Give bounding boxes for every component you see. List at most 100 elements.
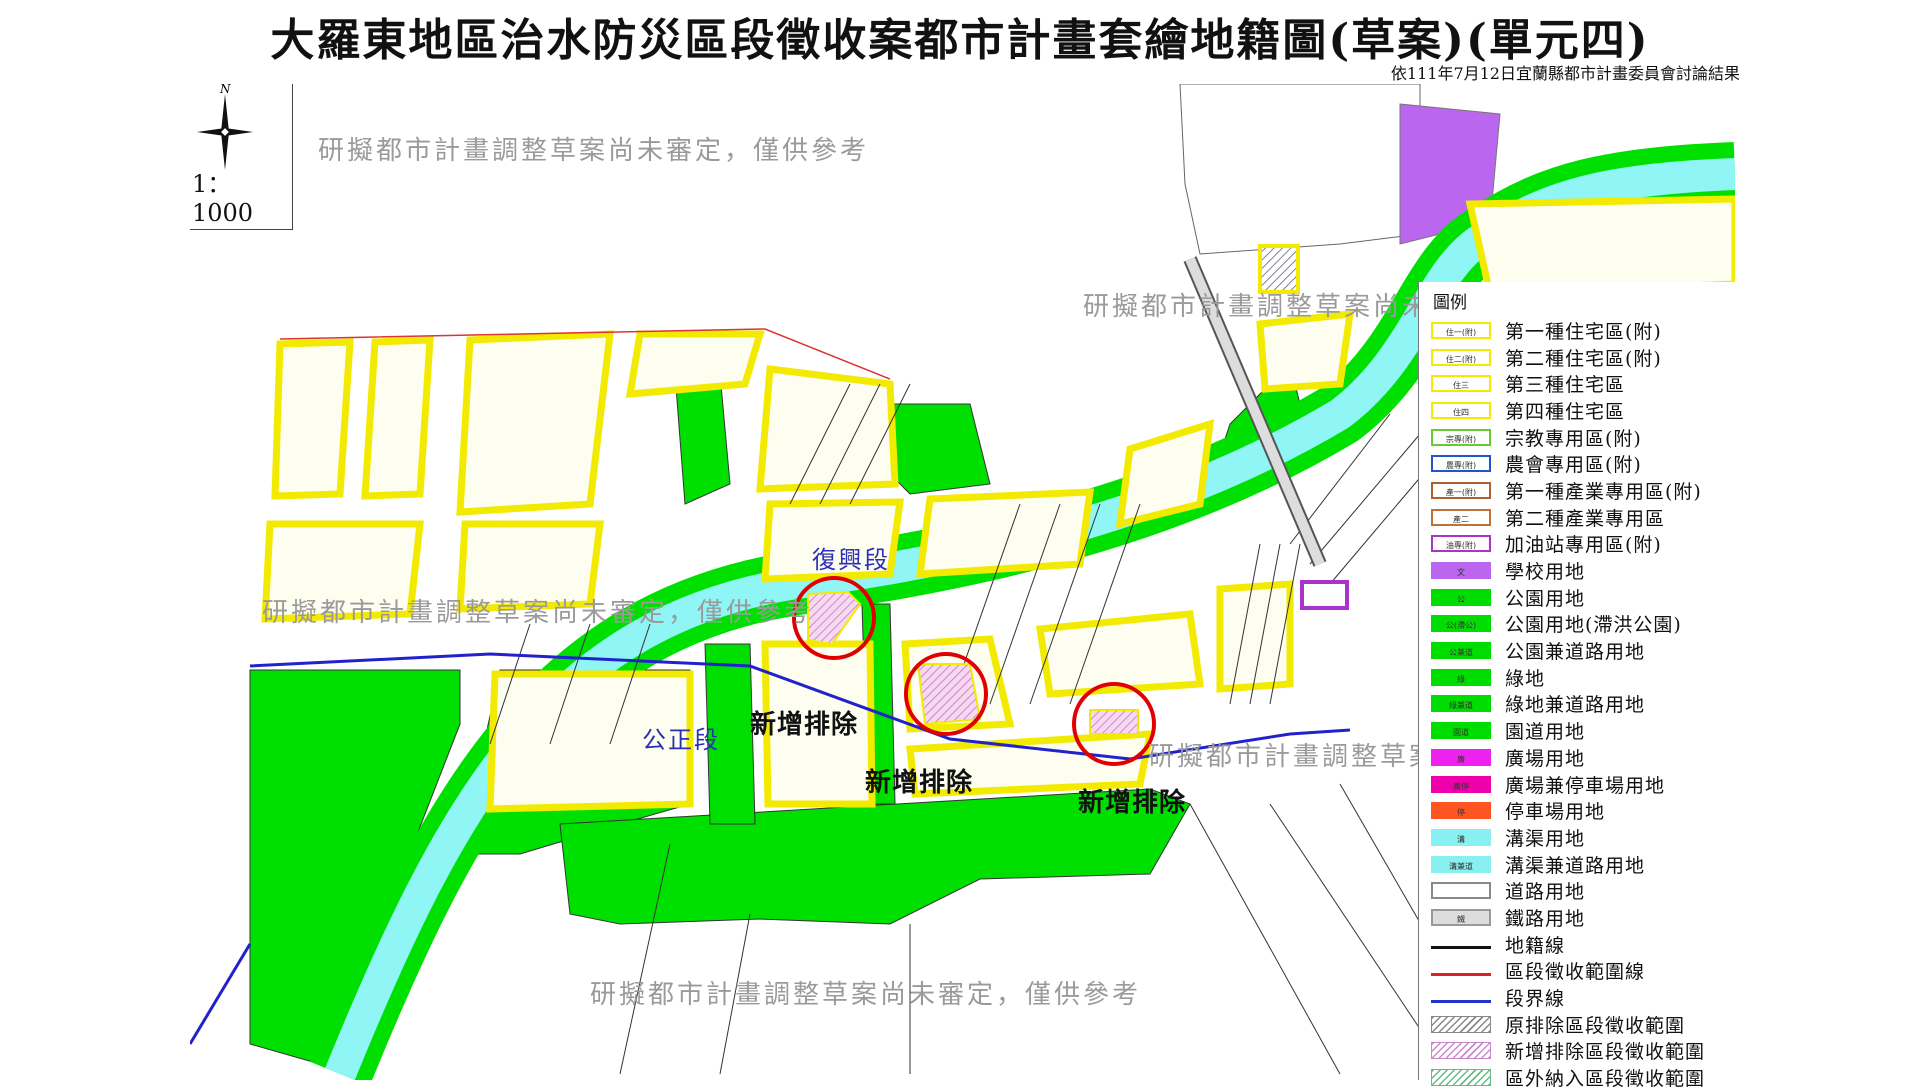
- block-r3: [456, 330, 614, 516]
- legend-swatch: [1431, 939, 1491, 950]
- legend-item: 住一(附) 第一種住宅區(附): [1419, 317, 1749, 344]
- legend-label: 新增排除區段徵收範圍: [1505, 1041, 1706, 1064]
- legend-item: 綠綠地: [1419, 664, 1749, 691]
- legend-label: 區段徵收範圍線: [1505, 961, 1646, 984]
- legend-label: 綠地: [1505, 667, 1546, 690]
- legend-swatch: [1431, 966, 1491, 976]
- legend-label: 溝渠兼道路用地: [1505, 854, 1646, 877]
- legend-swatch: [1431, 882, 1491, 900]
- green-strip-1: [674, 373, 731, 505]
- legend-item: 區段徵收範圍線: [1419, 958, 1749, 985]
- legend-swatch: 產一(附): [1431, 481, 1491, 499]
- legend-label: 第三種住宅區: [1505, 374, 1626, 397]
- legend-item: 區外納入區段徵收範圍: [1419, 1064, 1749, 1091]
- legend-item: 宗專(附) 宗教專用區(附): [1419, 424, 1749, 451]
- legend-swatch: 宗專(附): [1431, 428, 1491, 446]
- legend-item: 住四 第四種住宅區: [1419, 397, 1749, 424]
- legend-label: 道路用地: [1505, 881, 1586, 904]
- new-exclusion-label-3: 新增排除: [1078, 788, 1187, 818]
- legend-swatch: 廣: [1431, 748, 1491, 766]
- legend-item: 道路用地: [1419, 877, 1749, 904]
- watermark-3: 研擬都市計畫調整草案尚未審定，僅供參考: [262, 598, 814, 628]
- legend-label: 第四種住宅區: [1505, 400, 1626, 423]
- legend-item: 綠兼道 綠地兼道路用地: [1419, 691, 1749, 718]
- legend-swatch: [1431, 1069, 1491, 1087]
- legend-label: 第二種產業專用區: [1505, 507, 1666, 530]
- legend-swatch: 鐵: [1431, 908, 1491, 926]
- gas-station-zone: [1300, 580, 1349, 610]
- legend-item: 新增排除區段徵收範圍: [1419, 1038, 1749, 1065]
- legend-heading: 圖例: [1433, 293, 1467, 313]
- watermark-1: 研擬都市計畫調整草案尚未審定，僅供參考: [318, 136, 870, 166]
- legend-items: 住一(附) 第一種住宅區(附) 住二(附) 第二種住宅區(附) 住三 第三種住宅區 住四 第四…: [1419, 317, 1749, 1091]
- map-legend: 圖例 住一(附) 第一種住宅區(附) 住二(附) 第二種住宅區(附) 住三 第三種住宅區住…: [1418, 282, 1749, 1090]
- legend-item: 住二(附) 第二種住宅區(附): [1419, 344, 1749, 371]
- legend-label: 公園用地: [1505, 587, 1586, 610]
- segment-boundary-west: [190, 943, 252, 1045]
- legend-item: 鐵鐵路用地: [1419, 904, 1749, 931]
- block-r16: [1216, 580, 1294, 693]
- legend-swatch: 產二: [1431, 508, 1491, 526]
- legend-swatch: 住四: [1431, 401, 1491, 419]
- block-r1: [271, 338, 354, 500]
- block-r2: [361, 336, 434, 500]
- legend-label: 原排除區段徵收範圍: [1505, 1014, 1686, 1037]
- legend-swatch: 公兼道: [1431, 642, 1491, 660]
- legend-label: 廣場兼停車場用地: [1505, 774, 1666, 797]
- legend-label: 廣場用地: [1505, 747, 1586, 770]
- legend-item: 油專(附) 加油站專用區(附): [1419, 531, 1749, 558]
- legend-item: 溝兼道 溝渠兼道路用地: [1419, 851, 1749, 878]
- legend-swatch: 文: [1431, 562, 1491, 580]
- legend-item: 停停車場用地: [1419, 797, 1749, 824]
- block-r9: [915, 488, 1095, 578]
- north-arrow-icon: [197, 94, 253, 170]
- map-subtitle: 依111年7月12日宜蘭縣都市計畫委員會討論結果: [1390, 64, 1740, 83]
- legend-label: 第一種產業專用區(附): [1505, 480, 1702, 503]
- legend-label: 段界線: [1505, 988, 1566, 1011]
- legend-swatch: 綠: [1431, 668, 1491, 686]
- legend-label: 園道用地: [1505, 721, 1586, 744]
- legend-item: 溝溝渠用地: [1419, 824, 1749, 851]
- legend-item: 產二 第二種產業專用區: [1419, 504, 1749, 531]
- legend-label: 學校用地: [1505, 561, 1586, 584]
- legend-label: 溝渠用地: [1505, 827, 1586, 850]
- legend-item: 文學校用地: [1419, 557, 1749, 584]
- map-title: 大羅東地區治水防災區段徵收案都市計畫套繪地籍圖(草案)(單元四): [270, 15, 1650, 66]
- legend-label: 區外納入區段徵收範圍: [1505, 1068, 1706, 1091]
- legend-swatch: 公: [1431, 588, 1491, 606]
- legend-item: 廣廣場用地: [1419, 744, 1749, 771]
- north-label: N: [220, 84, 231, 96]
- legend-item: 公兼道 公園兼道路用地: [1419, 637, 1749, 664]
- legend-swatch: [1431, 1042, 1491, 1060]
- legend-item: 原排除區段徵收範圍: [1419, 1011, 1749, 1038]
- legend-label: 第二種住宅區(附): [1505, 347, 1662, 370]
- legend-item: 農專(附) 農會專用區(附): [1419, 450, 1749, 477]
- legend-label: 公園兼道路用地: [1505, 641, 1646, 664]
- legend-swatch: 油專(附): [1431, 535, 1491, 553]
- legend-item: 產一(附) 第一種產業專用區(附): [1419, 477, 1749, 504]
- new-exclusion-parcel-2: [916, 663, 982, 726]
- legend-swatch: 綠兼道: [1431, 695, 1491, 713]
- new-exclusion-parcel-1: [807, 590, 862, 646]
- legend-item: 廣停 廣場兼停車場用地: [1419, 771, 1749, 798]
- new-exclusion-parcel-3: [1089, 709, 1139, 735]
- segment-label-gongzheng: 公正段: [642, 726, 720, 754]
- legend-label: 公園用地(滯洪公園): [1505, 614, 1682, 637]
- block-r18: [1465, 195, 1735, 298]
- legend-item: 住三 第三種住宅區: [1419, 370, 1749, 397]
- segment-label-fuxing: 復興段: [812, 546, 890, 574]
- legend-swatch: 廣停: [1431, 775, 1491, 793]
- legend-swatch: 停: [1431, 802, 1491, 820]
- legend-swatch: 住二(附): [1431, 348, 1491, 366]
- legend-label: 停車場用地: [1505, 801, 1606, 824]
- legend-item: 地籍線: [1419, 931, 1749, 958]
- legend-label: 農會專用區(附): [1505, 454, 1642, 477]
- legend-swatch: [1431, 1015, 1491, 1033]
- legend-label: 加油站專用區(附): [1505, 534, 1662, 557]
- legend-item: 公(滯公) 公園用地(滯洪公園): [1419, 611, 1749, 638]
- legend-swatch: 農專(附): [1431, 455, 1491, 473]
- legend-swatch: 溝兼道: [1431, 855, 1491, 873]
- legend-swatch: [1431, 993, 1491, 1003]
- scale-label: 1：1000: [192, 170, 254, 227]
- compass-box: N 1：1000: [190, 84, 293, 230]
